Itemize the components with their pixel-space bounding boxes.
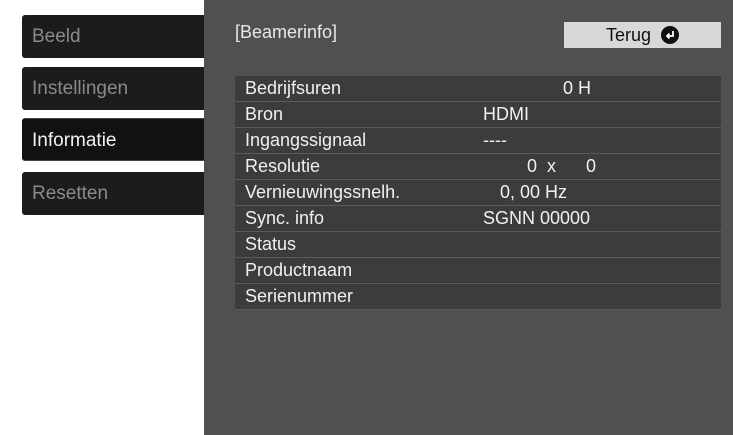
row-label: Serienummer [245,286,354,306]
panel-title: [Beamerinfo] [235,22,338,42]
projector-osd: Beeld Instellingen Informatie Resetten [… [0,0,733,435]
row-value: ---- [483,130,507,150]
row-label: Productnaam [245,260,353,280]
table-row: Productnaam [235,258,721,284]
back-button[interactable]: Terug [564,22,721,48]
row-label: Status [245,234,297,254]
table-row: Serienummer [235,284,721,310]
menu-item-instellingen[interactable]: Instellingen [22,67,212,110]
table-row: Status [235,232,721,258]
table-row: Sync. info SGNN 00000 [235,206,721,232]
row-label: Bron [245,104,284,124]
row-value: HDMI [483,104,529,124]
row-label: Ingangssignaal [245,130,367,150]
row-value: 0 x 0 [527,156,597,176]
table-row: Bron HDMI [235,102,721,128]
info-panel: [Beamerinfo] Terug Bedrijfsuren 0 H Bron… [204,0,733,435]
menu-item-informatie[interactable]: Informatie [22,118,218,161]
row-label: Vernieuwingssnelh. [245,182,401,202]
menu-item-resetten[interactable]: Resetten [22,172,212,215]
enter-return-icon [661,26,680,44]
row-label: Resolutie [245,156,321,176]
row-value: SGNN 00000 [483,208,591,228]
table-row: Resolutie 0 x 0 [235,154,721,180]
menu-item-beeld[interactable]: Beeld [22,15,212,58]
back-button-label: Terug [605,24,652,45]
table-row: Ingangssignaal ---- [235,128,721,154]
table-row: Vernieuwingssnelh. 0, 00 Hz [235,180,721,206]
row-label: Bedrijfsuren [245,78,342,98]
row-label: Sync. info [245,208,325,228]
row-value: 0 H [563,78,592,98]
row-value: 0, 00 Hz [500,182,568,202]
info-table: Bedrijfsuren 0 H Bron HDMI Ingangssignaa… [235,76,721,310]
table-row: Bedrijfsuren 0 H [235,76,721,102]
